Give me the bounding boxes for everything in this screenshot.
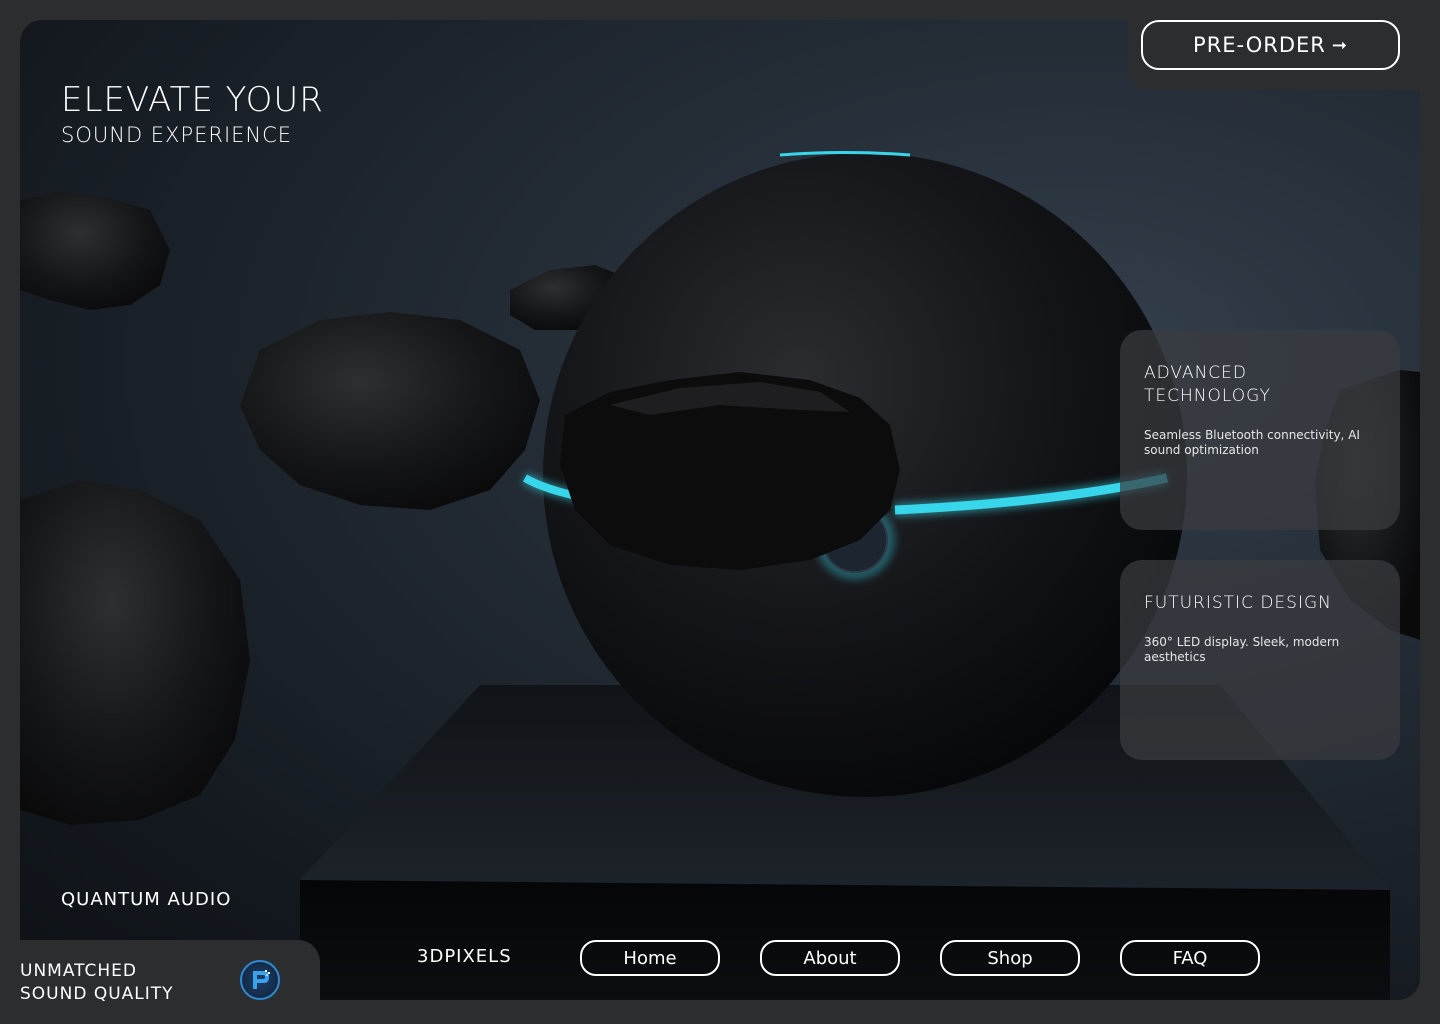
tagline: UNMATCHED SOUND QUALITY	[20, 960, 174, 1006]
feature-description: 360° LED display. Sleek, modern aestheti…	[1144, 635, 1340, 664]
rock-left-mid	[240, 312, 540, 510]
footer-brand: 3DPIXELS	[417, 946, 512, 967]
nav-faq-button[interactable]: FAQ	[1120, 940, 1260, 976]
nav-shop-button[interactable]: Shop	[940, 940, 1080, 976]
hero-title: ELEVATE YOUR	[61, 80, 324, 120]
feature-title: ADVANCED TECHNOLOGY	[1144, 363, 1271, 406]
preorder-button[interactable]: PRE-ORDER ➞	[1141, 20, 1400, 70]
preorder-label: PRE-ORDER	[1193, 33, 1326, 57]
3dpixels-logo-icon[interactable]	[240, 960, 280, 1000]
nav-about-button[interactable]: About	[760, 940, 900, 976]
rock-left-bottom	[20, 480, 250, 825]
tagline-line1: UNMATCHED	[20, 961, 138, 981]
product-brand: QUANTUM AUDIO	[61, 889, 232, 910]
tagline-line2: SOUND QUALITY	[20, 984, 174, 1004]
feature-title: FUTURISTIC DESIGN	[1144, 593, 1332, 613]
feature-card-technology: ADVANCED TECHNOLOGY Seamless Bluetooth c…	[1120, 330, 1400, 530]
feature-description: Seamless Bluetooth connectivity, AI soun…	[1144, 428, 1360, 457]
arrow-right-icon: ➞	[1331, 34, 1348, 56]
hero-scene: ELEVATE YOUR SOUND EXPERIENCE QUANTUM AU…	[20, 20, 1420, 1000]
page: ELEVATE YOUR SOUND EXPERIENCE QUANTUM AU…	[0, 0, 1440, 1024]
hero-subtitle: SOUND EXPERIENCE	[61, 123, 293, 147]
feature-card-design: FUTURISTIC DESIGN 360° LED display. Slee…	[1120, 560, 1400, 760]
rock-left-top	[20, 192, 170, 310]
hero-headline: ELEVATE YOUR SOUND EXPERIENCE	[61, 82, 324, 152]
nav-home-button[interactable]: Home	[580, 940, 720, 976]
